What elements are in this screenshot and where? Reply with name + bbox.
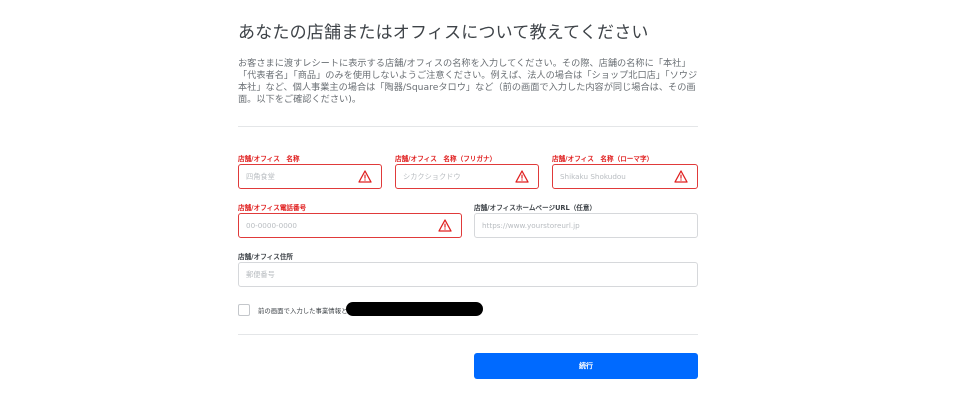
- store-name-roman-label: 店舗/オフィス 名称（ローマ字）: [552, 155, 654, 163]
- homepage-input[interactable]: [475, 214, 697, 237]
- page-description: お客さまに渡すレシートに表示する店舗/オフィスの名称を入力してください。その際、…: [238, 58, 698, 105]
- page-title: あなたの店舗またはオフィスについて教えてください: [238, 23, 649, 43]
- postal-code-input[interactable]: [239, 263, 697, 286]
- same-info-checkbox[interactable]: [238, 304, 250, 316]
- store-name-kana-label: 店舗/オフィス 名称（フリガナ）: [395, 155, 497, 163]
- phone-label: 店舗/オフィス電話番号: [238, 204, 307, 212]
- phone-field: [238, 213, 462, 238]
- warning-icon: [438, 219, 452, 232]
- homepage-field: [474, 213, 698, 238]
- warning-icon: [515, 170, 529, 183]
- store-name-label: 店舗/オフィス 名称: [238, 155, 300, 163]
- store-name-kana-field: [395, 164, 539, 189]
- bottom-divider: [238, 334, 698, 335]
- store-name-roman-field: [552, 164, 698, 189]
- continue-button[interactable]: 続行: [474, 353, 698, 379]
- store-info-page: あなたの店舗またはオフィスについて教えてください お客さまに渡すレシートに表示す…: [0, 0, 960, 396]
- store-name-field: [238, 164, 382, 189]
- warning-icon: [358, 170, 372, 183]
- warning-icon: [674, 170, 688, 183]
- phone-input[interactable]: [239, 214, 461, 237]
- homepage-label: 店舗/オフィスホームページURL（任意）: [474, 204, 597, 212]
- redacted-text: [346, 302, 483, 316]
- top-divider: [238, 126, 698, 127]
- address-label: 店舗/オフィス住所: [238, 253, 294, 261]
- address-field: [238, 262, 698, 287]
